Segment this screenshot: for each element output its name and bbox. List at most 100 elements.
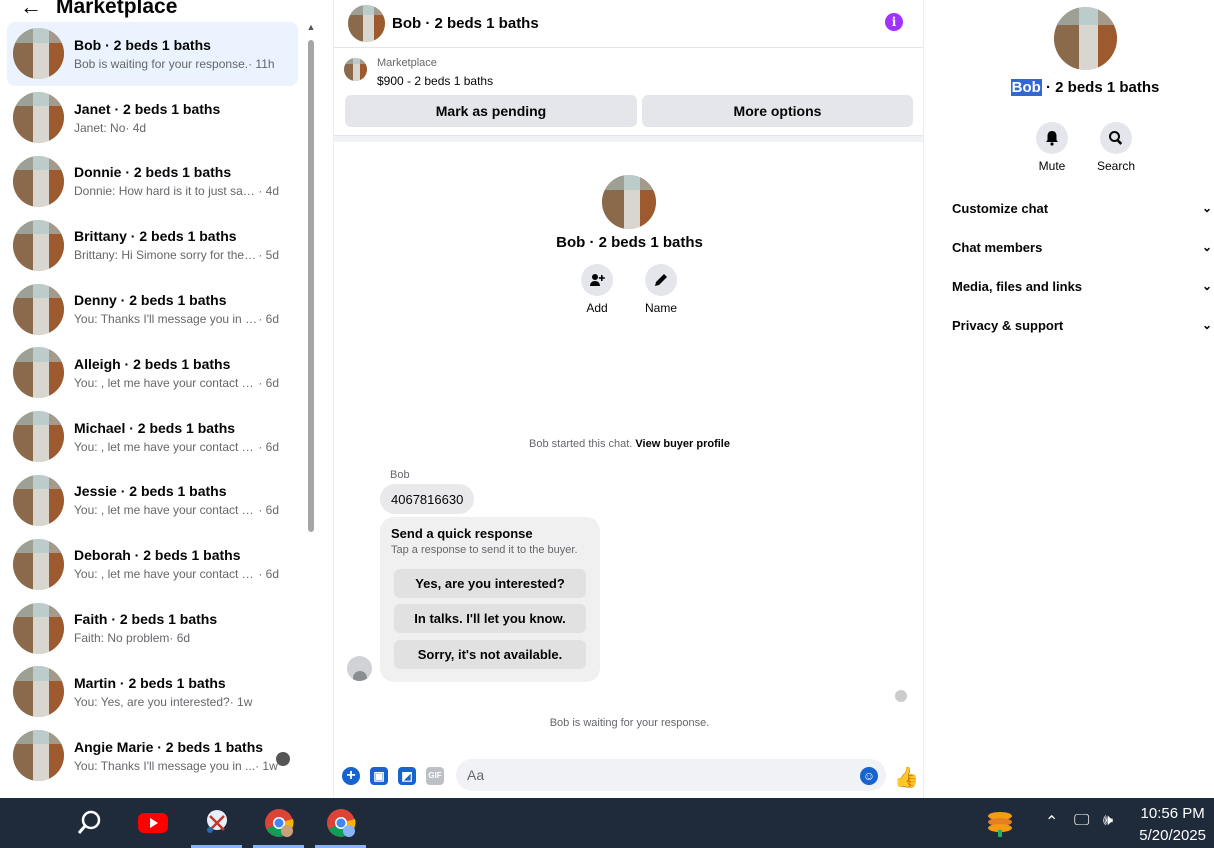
section-label: Media, files and links: [952, 279, 1083, 294]
conversation-name: Janet · 2 beds 1 baths: [74, 100, 221, 117]
youtube-icon[interactable]: [133, 798, 173, 848]
network-icon[interactable]: 🖵: [1074, 812, 1089, 830]
message-input[interactable]: Aa: [456, 759, 886, 791]
conversation-snippet-row: You: , let me have your contact nu... · 6…: [74, 376, 279, 390]
gif-icon[interactable]: GIF: [426, 767, 444, 785]
search-button[interactable]: Search: [1086, 122, 1146, 173]
section-label: Chat members: [952, 240, 1043, 255]
conversation-name: Donnie · 2 beds 1 baths: [74, 164, 232, 181]
section-label: Privacy & support: [952, 318, 1064, 333]
windows-start-icon[interactable]: [18, 811, 42, 835]
conversation-snippet-row: Bob is waiting for your response. · 11h: [74, 57, 279, 71]
conversation-text: Janet · 2 beds 1 baths Janet: No · 4d: [74, 101, 279, 135]
conversation-snippet: Bob is waiting for your response.: [74, 56, 249, 71]
info-icon[interactable]: i: [885, 13, 903, 31]
chat-members-section[interactable]: Chat members ⌄: [952, 240, 1214, 255]
scroll-up-icon[interactable]: ▲: [306, 22, 316, 32]
conversation-item[interactable]: Brittany · 2 beds 1 baths Brittany: Hi Si…: [7, 213, 298, 277]
media-files-links-section[interactable]: Media, files and links ⌄: [952, 279, 1214, 294]
conversation-snippet: You: , let me have your contact nu...: [74, 567, 259, 582]
quick-response-in-talks[interactable]: In talks. I'll let you know.: [394, 604, 586, 633]
volume-icon[interactable]: 🕪: [1103, 812, 1113, 830]
conversation-time: · 6d: [258, 375, 279, 390]
emoji-icon[interactable]: ☺: [860, 767, 878, 785]
conversation-time: · 6d: [258, 439, 279, 454]
clock-date: 5/20/2025: [1139, 827, 1206, 844]
conversation-item[interactable]: Bob · 2 beds 1 baths Bob is waiting for y…: [7, 22, 298, 86]
clock[interactable]: 10:56 PM 5/20/2025: [1139, 803, 1206, 847]
conversation-item[interactable]: Donnie · 2 beds 1 baths Donnie: How hard …: [7, 150, 298, 214]
read-receipt-avatar: [276, 751, 290, 766]
conversation-sidebar: ← Marketplace Bob · 2 beds 1 baths Bob is…: [0, 0, 320, 798]
conversation-name: Deborah · 2 beds 1 baths: [74, 547, 241, 564]
coin-stack-icon[interactable]: [980, 798, 1020, 848]
conversation-text: Angie Marie · 2 beds 1 baths You: Thanks …: [74, 739, 279, 773]
scroll-thumb[interactable]: [308, 40, 314, 532]
conversation-time: · 6d: [169, 631, 191, 646]
mark-as-pending-button[interactable]: Mark as pending: [345, 95, 637, 127]
details-avatar: [1054, 7, 1117, 70]
conversation-item[interactable]: Jessie · 2 beds 1 baths You: , let me hav…: [7, 469, 298, 533]
listing-price[interactable]: $900 - 2 beds 1 baths: [377, 74, 493, 88]
search-taskbar-icon[interactable]: [70, 798, 110, 848]
conversation-snippet: You: , let me have your contact nu...: [74, 503, 259, 518]
conversation-item[interactable]: Alleigh · 2 beds 1 baths You: , let me ha…: [7, 341, 298, 405]
conversation-text: Jessie · 2 beds 1 baths You: , let me hav…: [74, 483, 279, 517]
quick-response-not-available[interactable]: Sorry, it's not available.: [394, 640, 586, 669]
conversation-snippet: You: Thanks I'll message you in a ...: [74, 312, 259, 327]
conversation-item[interactable]: Faith · 2 beds 1 baths Faith: No problem ·…: [7, 596, 298, 660]
mute-button[interactable]: Mute: [1022, 122, 1082, 173]
conversation-item[interactable]: Martin · 2 beds 1 baths You: Yes, are you…: [7, 660, 298, 724]
snipping-tool-icon[interactable]: [191, 798, 242, 848]
quick-response-interested[interactable]: Yes, are you interested?: [394, 569, 586, 598]
chat-header-avatar[interactable]: [348, 5, 385, 42]
chat-panel: Bob · 2 beds 1 baths i Marketplace $900 …: [333, 0, 924, 798]
conversation-name: Brittany · 2 beds 1 baths: [74, 228, 237, 245]
conversation-snippet: Brittany: Hi Simone sorry for the lat...: [74, 248, 259, 263]
bell-icon: [1036, 122, 1068, 154]
chrome-profile-icon[interactable]: [253, 798, 304, 848]
conversation-item[interactable]: Janet · 2 beds 1 baths Janet: No · 4d: [7, 86, 298, 150]
conversation-time: · 4d: [125, 120, 147, 135]
add-person-button[interactable]: Add: [567, 264, 627, 315]
chat-title[interactable]: Bob · 2 beds 1 baths: [392, 15, 539, 32]
conversation-snippet-row: You: , let me have your contact nu... · 6…: [74, 567, 279, 581]
conversation-item[interactable]: Denny · 2 beds 1 baths You: Thanks I'll m…: [7, 277, 298, 341]
message-area: Bob · 2 beds 1 baths Add Name Bob starte…: [334, 136, 923, 798]
conversation-item[interactable]: Michael · 2 beds 1 baths You: , let me ha…: [7, 405, 298, 469]
conversation-snippet: You: , let me have your contact nu...: [74, 439, 259, 454]
listing-thumbnail[interactable]: [344, 58, 367, 81]
customize-chat-section[interactable]: Customize chat ⌄: [952, 201, 1214, 216]
plus-icon[interactable]: +: [342, 767, 360, 785]
conversation-name: Denny · 2 beds 1 baths: [74, 292, 227, 309]
add-label: Add: [586, 301, 608, 315]
sticker-icon[interactable]: ◩: [398, 767, 416, 785]
view-buyer-profile-link[interactable]: View buyer profile: [635, 438, 730, 450]
privacy-support-section[interactable]: Privacy & support ⌄: [952, 318, 1214, 333]
conversation-snippet: Janet: No: [74, 120, 126, 135]
conversation-snippet-row: You: , let me have your contact nu... · 6…: [74, 503, 279, 517]
more-options-button[interactable]: More options: [642, 95, 913, 127]
conversation-text: Donnie · 2 beds 1 baths Donnie: How hard …: [74, 164, 279, 198]
conversation-avatar: [13, 474, 64, 526]
chrome-icon[interactable]: [315, 798, 366, 848]
chevron-up-icon[interactable]: ⌃: [1045, 812, 1058, 832]
conversation-item[interactable]: Deborah · 2 beds 1 baths You: , let me ha…: [7, 532, 298, 596]
image-icon[interactable]: ▣: [370, 767, 388, 785]
edit-name-button[interactable]: Name: [631, 264, 691, 315]
conversation-avatar: [13, 347, 64, 399]
listing-banner: Marketplace $900 - 2 beds 1 baths Mark a…: [334, 48, 923, 136]
conversation-name: Angie Marie · 2 beds 1 baths: [74, 738, 264, 755]
mute-label: Mute: [1038, 159, 1066, 173]
conversation-snippet-row: Faith: No problem · 6d: [74, 631, 279, 645]
conversation-avatar: [13, 155, 64, 207]
conversation-snippet: You: Thanks I'll message you in ...: [74, 758, 256, 773]
back-arrow-icon[interactable]: ←: [20, 0, 42, 18]
chevron-down-icon: ⌄: [1201, 201, 1212, 215]
conversation-snippet: Donnie: How hard is it to just say y...: [74, 184, 259, 199]
message-bubble[interactable]: 4067816630: [380, 484, 475, 514]
sender-name: Bob: [390, 469, 410, 481]
sidebar-scrollbar[interactable]: ▲: [306, 22, 316, 798]
conversation-item[interactable]: Angie Marie · 2 beds 1 baths You: Thanks …: [7, 724, 298, 788]
thumbs-up-icon[interactable]: 👍: [894, 765, 919, 790]
